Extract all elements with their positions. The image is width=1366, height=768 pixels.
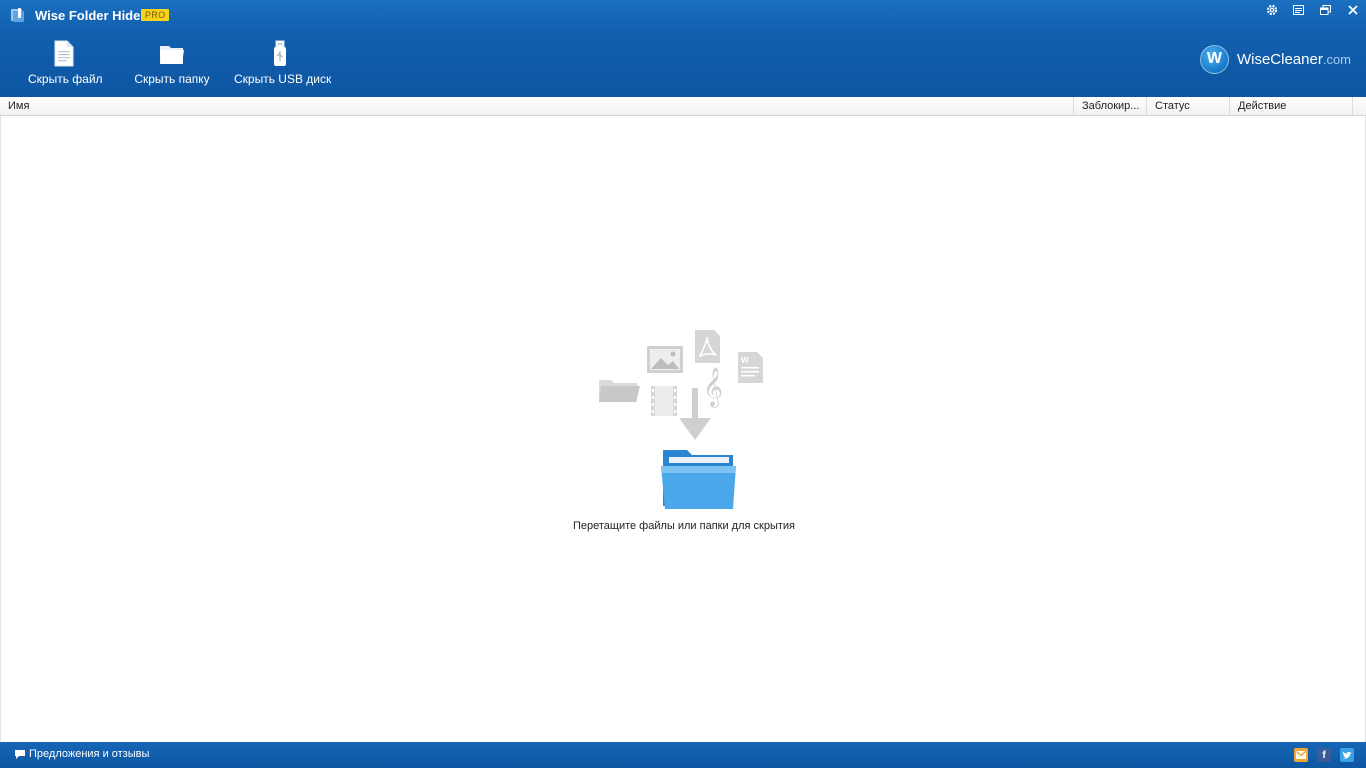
- wisecleaner-brand[interactable]: W WiseCleaner.com: [1199, 44, 1351, 74]
- top-bar: Wise Folder Hider PRO Скрыть файл Скрыть…: [0, 0, 1366, 97]
- hide-usb-label: Скрыть USB диск: [234, 72, 332, 86]
- feedback-link[interactable]: Предложения и отзывы: [14, 748, 149, 760]
- close-button[interactable]: [1339, 0, 1366, 20]
- facebook-icon: f: [1322, 749, 1326, 761]
- restore-icon: [1320, 5, 1331, 15]
- svg-text:W: W: [741, 356, 749, 365]
- music-ghost-icon: 𝄞: [703, 367, 723, 408]
- gear-icon: [1266, 4, 1277, 16]
- title-bar[interactable]: Wise Folder Hider PRO: [0, 0, 1366, 30]
- video-ghost-icon: [651, 386, 677, 416]
- drop-hint-text: Перетащите файлы или папки для скрытия: [572, 520, 796, 532]
- file-list-header: Имя Заблокир... Статус Действие: [0, 97, 1366, 116]
- brand-name-text: WiseCleaner: [1236, 50, 1323, 68]
- brand-name: WiseCleaner.com: [1237, 51, 1351, 68]
- menu-icon: [1293, 5, 1304, 15]
- app-title: Wise Folder Hider: [35, 8, 146, 23]
- column-locked[interactable]: Заблокир...: [1074, 97, 1147, 116]
- settings-button[interactable]: [1258, 0, 1285, 20]
- social-links: f: [1285, 748, 1354, 762]
- folder-icon: [160, 46, 184, 64]
- feedback-label: Предложения и отзывы: [29, 748, 150, 760]
- drop-files-illustration: W 𝄞: [599, 330, 763, 509]
- restore-button[interactable]: [1312, 0, 1339, 20]
- close-icon: [1347, 5, 1358, 15]
- hide-file-button[interactable]: Скрыть файл: [28, 40, 103, 88]
- column-name[interactable]: Имя: [0, 97, 1074, 116]
- twitter-icon: [1342, 751, 1352, 759]
- app-logo-icon: [10, 7, 26, 23]
- facebook-button[interactable]: f: [1317, 748, 1331, 762]
- mail-icon: [1296, 751, 1306, 759]
- wisecleaner-logo: W: [1199, 44, 1229, 74]
- hide-usb-button[interactable]: Скрыть USB диск: [234, 40, 332, 88]
- image-ghost-icon: [647, 346, 683, 373]
- drop-zone[interactable]: W 𝄞 Перетащите файлы или папки для скрыт…: [0, 116, 1366, 742]
- column-action[interactable]: Действие: [1230, 97, 1353, 116]
- usb-icon: [274, 40, 286, 66]
- twitter-button[interactable]: [1340, 748, 1354, 762]
- brand-domain: .com: [1322, 51, 1351, 67]
- folder-ghost-icon: [599, 380, 640, 402]
- window-controls: [1258, 0, 1366, 22]
- status-bar: Предложения и отзывы f: [0, 742, 1366, 768]
- hide-folder-button[interactable]: Скрыть папку: [133, 40, 211, 88]
- pdf-ghost-icon: [695, 330, 720, 363]
- pro-badge: PRO: [141, 9, 170, 21]
- hide-folder-label: Скрыть папку: [134, 72, 210, 86]
- column-status[interactable]: Статус: [1147, 97, 1230, 116]
- document-ghost-icon: W: [738, 352, 763, 383]
- menu-button[interactable]: [1285, 0, 1312, 20]
- blue-folder-icon: [661, 450, 736, 509]
- mail-button[interactable]: [1294, 748, 1308, 762]
- speech-bubble-icon: [15, 749, 25, 759]
- hide-file-label: Скрыть файл: [28, 72, 103, 86]
- file-icon: [54, 40, 74, 67]
